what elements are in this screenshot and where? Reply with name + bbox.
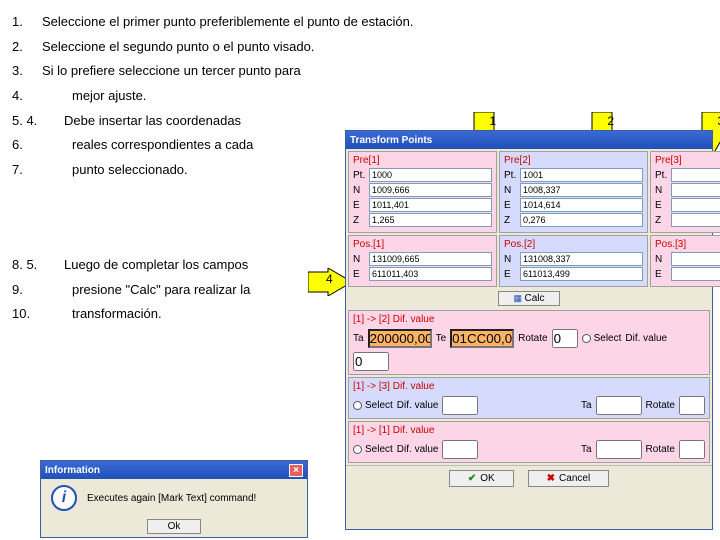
- cancel-button[interactable]: ✖Cancel: [528, 470, 610, 487]
- li-2-num: 2.: [12, 35, 34, 60]
- diff-2-box: [1] -> [3] Dif. value Select Dif. value …: [348, 377, 710, 419]
- pre3-z[interactable]: [671, 213, 720, 227]
- li-7-text: punto seleccionado.: [42, 158, 188, 183]
- diff-3-box: [1] -> [1] Dif. value Select Dif. value …: [348, 421, 710, 463]
- pre1-z[interactable]: [369, 213, 492, 227]
- li-9-text: presione "Calc" para realizar la: [42, 278, 250, 303]
- li-8-num: 8. 5.: [12, 253, 56, 278]
- information-dialog: Information × i Executes again [Mark Tex…: [40, 460, 308, 538]
- pre3-n[interactable]: [671, 183, 720, 197]
- pre-2-box: Pre[2] Pt. N E Z: [499, 151, 648, 233]
- pos-2-box: Pos.[2] N E: [499, 235, 648, 287]
- li-9-num: 9.: [12, 278, 34, 303]
- pre2-z[interactable]: [520, 213, 643, 227]
- info-close-button[interactable]: ×: [289, 464, 303, 477]
- pos2-e[interactable]: [520, 267, 643, 281]
- d3-dif[interactable]: [442, 440, 478, 459]
- diff-1-box: [1] -> [2] Dif. value Ta Te Rotate Selec…: [348, 310, 710, 375]
- info-ok-button[interactable]: Ok: [147, 519, 202, 534]
- d3-select-radio[interactable]: Select: [353, 444, 393, 455]
- d1-te[interactable]: [450, 329, 514, 348]
- li-3-text: Si lo prefiere seleccione un tercer punt…: [42, 59, 301, 84]
- pre3-e[interactable]: [671, 198, 720, 212]
- calc-button[interactable]: Calc: [498, 291, 559, 306]
- pos2-n[interactable]: [520, 252, 643, 266]
- li-2-text: Seleccione el segundo punto o el punto v…: [42, 35, 314, 60]
- d1-ta[interactable]: [368, 329, 432, 348]
- d1-select-radio[interactable]: Select: [582, 333, 622, 344]
- pre1-e[interactable]: [369, 198, 492, 212]
- pre2-pt[interactable]: [520, 168, 643, 182]
- pre1-pt[interactable]: [369, 168, 492, 182]
- pre2-e[interactable]: [520, 198, 643, 212]
- pre-1-box: Pre[1] Pt. N E Z: [348, 151, 497, 233]
- info-title: Information: [45, 465, 100, 476]
- callout-4-label: 4: [326, 272, 333, 286]
- d1-dif[interactable]: [353, 352, 389, 371]
- close-icon: ✖: [547, 473, 555, 484]
- li-10-num: 10.: [12, 302, 34, 327]
- pre-3-box: Pre[3] Pt. N E Z: [650, 151, 720, 233]
- tp-titlebar: Transform Points: [346, 131, 712, 149]
- pos3-e[interactable]: [671, 267, 720, 281]
- li-6-text: reales correspondientes a cada: [42, 133, 253, 158]
- li-3-num: 3.: [12, 59, 34, 84]
- li-1-text: Seleccione el primer punto preferiblemen…: [42, 10, 413, 35]
- li-4-num: 4.: [12, 84, 34, 109]
- li-6-num: 6.: [12, 133, 34, 158]
- d1-rotate[interactable]: [552, 329, 578, 348]
- info-icon: i: [51, 485, 77, 511]
- d2-dif[interactable]: [442, 396, 478, 415]
- pre1-n[interactable]: [369, 183, 492, 197]
- pos-1-box: Pos.[1] N E: [348, 235, 497, 287]
- li-4-text: mejor ajuste.: [42, 84, 146, 109]
- li-5-num: 5. 4.: [12, 109, 56, 134]
- d2-select-radio[interactable]: Select: [353, 400, 393, 411]
- info-message: Executes again [Mark Text] command!: [87, 493, 256, 504]
- pre2-n[interactable]: [520, 183, 643, 197]
- pos1-n[interactable]: [369, 252, 492, 266]
- d3-rotate[interactable]: [679, 440, 705, 459]
- transform-points-dialog: Transform Points Pre[1] Pt. N E Z Pre[2]…: [345, 130, 713, 530]
- d3-ta[interactable]: [596, 440, 642, 459]
- li-10-text: transformación.: [42, 302, 162, 327]
- li-8-text: Luego de completar los campos: [64, 253, 248, 278]
- li-5-text: Debe insertar las coordenadas: [64, 109, 241, 134]
- d2-rotate[interactable]: [679, 396, 705, 415]
- li-1-num: 1.: [12, 10, 34, 35]
- check-icon: ✔: [468, 473, 476, 484]
- pre3-pt[interactable]: [671, 168, 720, 182]
- pos3-n[interactable]: [671, 252, 720, 266]
- d2-ta[interactable]: [596, 396, 642, 415]
- pos-3-box: Pos.[3] N E: [650, 235, 720, 287]
- li-7-num: 7.: [12, 158, 34, 183]
- pos1-e[interactable]: [369, 267, 492, 281]
- ok-button[interactable]: ✔OK: [449, 470, 514, 487]
